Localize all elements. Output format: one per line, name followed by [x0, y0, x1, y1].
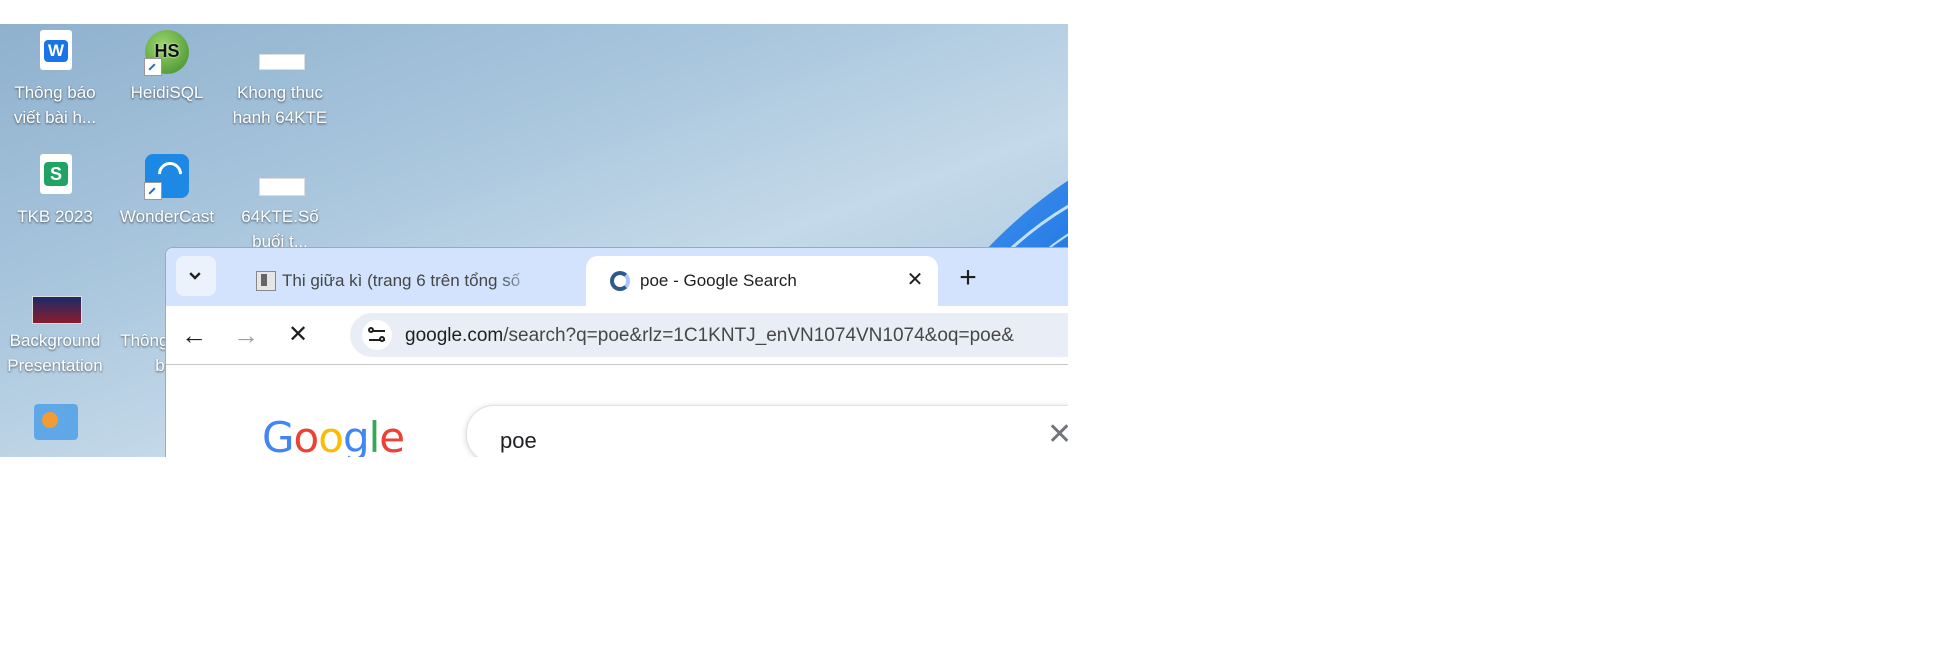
- google-logo[interactable]: Google: [262, 413, 405, 457]
- desktop-icon-heidisql[interactable]: HS HeidiSQL: [119, 30, 215, 105]
- heidisql-icon: HS: [144, 30, 190, 76]
- desktop-icon-wondercast[interactable]: WonderCast: [119, 154, 215, 229]
- tab-thi-giua-ki[interactable]: Thi giữa kì (trang 6 trên tổng số ✕: [232, 256, 617, 306]
- tab-close-icon[interactable]: ✕: [903, 268, 927, 292]
- document-favicon-icon: [256, 271, 276, 291]
- search-input[interactable]: poe ✕: [466, 405, 1068, 457]
- desktop-icon-label: HeidiSQL: [130, 83, 204, 102]
- presentation-thumbnail-icon: [32, 278, 82, 324]
- logo-letter: G: [262, 413, 295, 457]
- desktop-icon-khong-thuc-hanh[interactable]: Khong thuc hanh 64KTE: [232, 30, 328, 130]
- tab-title: poe - Google Search: [640, 271, 797, 290]
- logo-letter: l: [368, 413, 381, 457]
- desktop-icon-label: Thông báo viết bài h...: [13, 83, 97, 127]
- wps-spreadsheet-icon: S: [32, 154, 78, 200]
- url-path: /search?q=poe&rlz=1C1KNTJ_enVN1074VN1074…: [503, 325, 1014, 346]
- page-content: Google poe ✕: [166, 365, 1068, 457]
- site-settings-icon[interactable]: [362, 320, 392, 350]
- loading-favicon-icon: [610, 271, 630, 291]
- desktop-icon-label: TKB 2023: [17, 207, 93, 226]
- clear-search-icon[interactable]: ✕: [1047, 420, 1068, 450]
- tab-title: Thi giữa kì (trang 6 trên tổng số: [282, 271, 521, 290]
- logo-letter: o: [318, 413, 344, 457]
- logo-letter: g: [342, 413, 370, 457]
- desktop-icon-background-presentation[interactable]: Background Presentation: [7, 278, 103, 378]
- new-tab-button[interactable]: +: [952, 263, 984, 296]
- desktop-icon-label: Background Presentation: [7, 331, 103, 375]
- browser-toolbar: ← → ✕ google.com/search?q=poe&rlz=1C1KNT…: [166, 306, 1068, 365]
- wps-writer-doc-icon: W: [32, 30, 78, 76]
- forward-button[interactable]: →: [230, 319, 262, 351]
- shortcut-arrow-icon: [144, 58, 162, 76]
- desktop-icon-label: WonderCast: [119, 207, 215, 226]
- desktop-icon-dashboard-app[interactable]: [7, 402, 103, 452]
- desktop: W Thông báo viết bài h... HS HeidiSQL Kh…: [0, 24, 1068, 457]
- dashboard-app-icon: [32, 402, 78, 448]
- logo-letter: o: [293, 413, 320, 457]
- stop-loading-button[interactable]: ✕: [282, 319, 314, 351]
- back-button[interactable]: ←: [178, 319, 210, 351]
- desktop-icon-tkb-2023[interactable]: S TKB 2023: [7, 154, 103, 229]
- desktop-icon-64kte[interactable]: 64KTE.Số buổi t...: [232, 154, 328, 254]
- logo-letter: e: [379, 413, 405, 457]
- tab-poe-google-search[interactable]: poe - Google Search ✕: [586, 256, 938, 306]
- desktop-icon-thong-bao[interactable]: W Thông báo viết bài h...: [7, 30, 103, 130]
- url-text[interactable]: google.com/search?q=poe&rlz=1C1KNTJ_enVN…: [405, 325, 1014, 347]
- url-host: google.com: [405, 325, 504, 346]
- tab-strip: Thi giữa kì (trang 6 trên tổng số ✕ poe …: [166, 248, 1068, 306]
- wondercast-icon: [144, 154, 190, 200]
- desktop-icon-label: Khong thuc hanh 64KTE: [232, 83, 328, 127]
- document-thumbnail-icon: [257, 30, 305, 76]
- document-thumbnail-icon: [257, 154, 305, 200]
- browser-window: Thi giữa kì (trang 6 trên tổng số ✕ poe …: [165, 247, 1068, 457]
- chevron-down-icon: [189, 268, 201, 280]
- shortcut-arrow-icon: [144, 182, 162, 200]
- search-query-text[interactable]: poe: [500, 428, 537, 454]
- address-bar[interactable]: google.com/search?q=poe&rlz=1C1KNTJ_enVN…: [350, 313, 1068, 357]
- tab-search-button[interactable]: [176, 256, 216, 296]
